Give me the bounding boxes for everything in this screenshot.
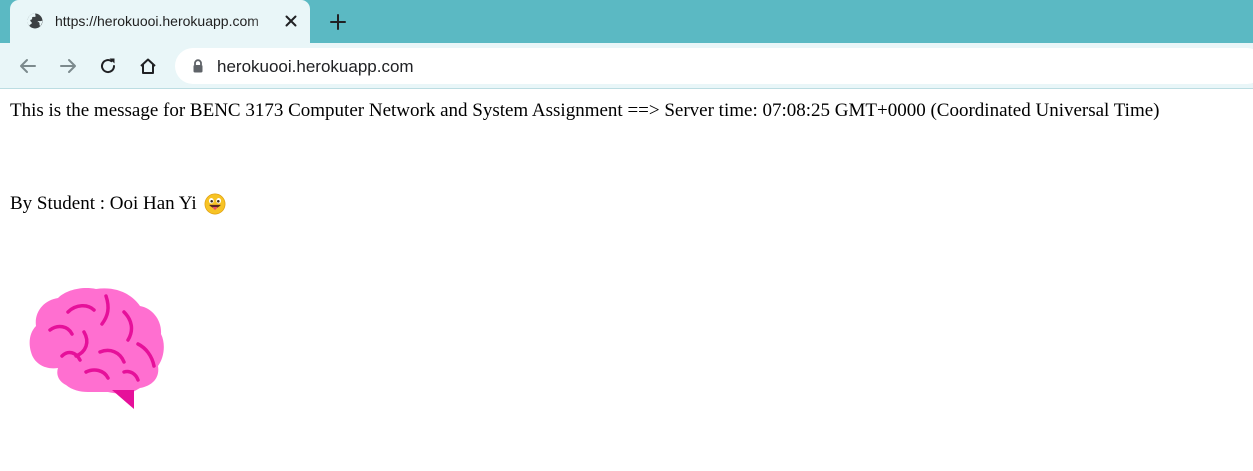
close-icon[interactable] bbox=[282, 12, 300, 30]
page-content: This is the message for BENC 3173 Comput… bbox=[0, 89, 1253, 471]
tab-strip: https://herokuooi.herokuapp.com bbox=[0, 0, 1253, 43]
student-name-text: By Student : Ooi Han Yi bbox=[10, 193, 197, 214]
back-button[interactable] bbox=[14, 52, 42, 80]
brain-emoji bbox=[29, 288, 164, 409]
arrow-left-icon bbox=[20, 59, 36, 73]
tab-title: https://herokuooi.herokuapp.com bbox=[55, 13, 259, 29]
home-icon bbox=[140, 58, 156, 74]
browser-toolbar: herokuooi.herokuapp.com bbox=[0, 43, 1253, 89]
lock-icon[interactable] bbox=[191, 59, 205, 73]
globe-icon bbox=[27, 13, 43, 29]
address-bar[interactable]: herokuooi.herokuapp.com bbox=[175, 48, 1253, 84]
tongue-out-face-emoji bbox=[204, 193, 226, 215]
reload-icon bbox=[101, 58, 116, 74]
student-line: By Student : Ooi Han Yi bbox=[10, 193, 226, 215]
reload-button[interactable] bbox=[94, 52, 122, 80]
server-message: This is the message for BENC 3173 Comput… bbox=[10, 100, 1160, 121]
arrow-right-icon bbox=[60, 59, 76, 73]
forward-button[interactable] bbox=[54, 52, 82, 80]
url-text[interactable]: herokuooi.herokuapp.com bbox=[217, 57, 414, 77]
home-button[interactable] bbox=[134, 52, 162, 80]
new-tab-button[interactable] bbox=[324, 8, 352, 36]
browser-tab[interactable]: https://herokuooi.herokuapp.com bbox=[10, 0, 310, 43]
plus-icon bbox=[330, 14, 346, 30]
